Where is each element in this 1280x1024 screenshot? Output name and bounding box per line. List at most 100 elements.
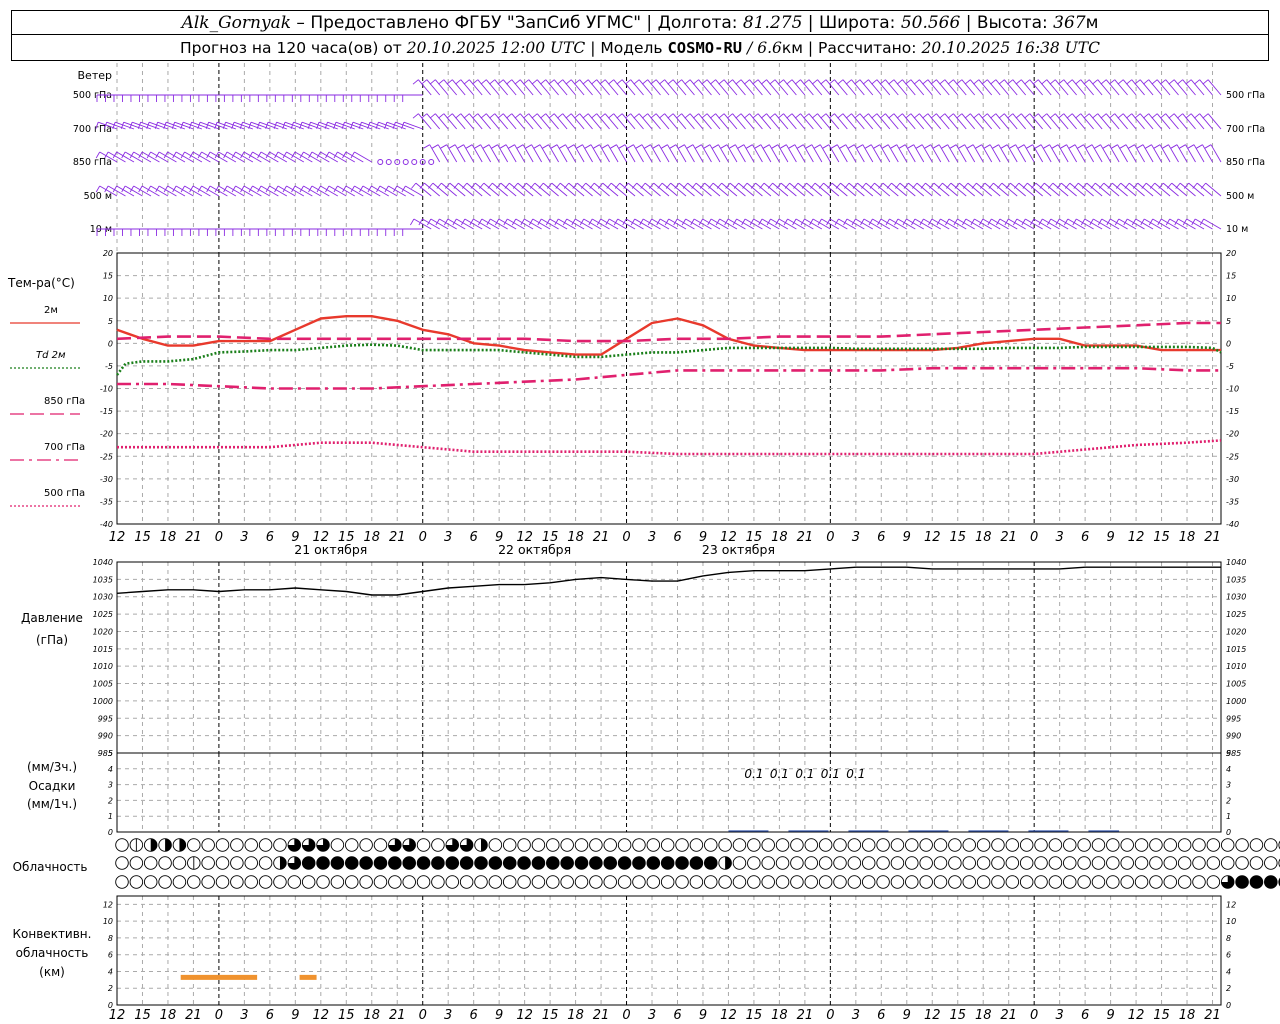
cloud-cover-middle-symbol — [1163, 856, 1178, 870]
y-tick-label-left: 4 — [108, 967, 113, 976]
y-tick-label-left: 1030 — [93, 593, 113, 602]
cloud-cover-low-symbol — [388, 875, 402, 889]
cloud-cover-low-symbol — [976, 875, 991, 889]
temp-series-500-гПа — [117, 439, 1222, 456]
x-tick-label: 6 — [673, 1008, 681, 1023]
y-tick-label-right: 990 — [1226, 732, 1241, 741]
cloud-cover-middle-symbol — [976, 856, 991, 870]
x-tick-label: 9 — [1106, 1008, 1114, 1023]
y-tick-label-right: 8 — [1226, 934, 1231, 943]
cloud-cover-middle-symbol — [660, 856, 675, 870]
y-tick-label-left: 15 — [103, 272, 113, 281]
cloud-cover-middle-symbol — [201, 856, 215, 870]
wind-level-label-left: 500 м — [84, 191, 112, 202]
cloud-cover-low-symbol — [804, 875, 819, 889]
cloud-cover-low-symbol — [301, 875, 316, 889]
x-tick-label: 21 — [185, 530, 202, 545]
cloud-cover-middle-symbol — [747, 856, 761, 870]
x-tick-label: 0 — [419, 1008, 427, 1023]
cloud-cover-middle-symbol — [258, 856, 273, 870]
x-tick-label: 9 — [1106, 530, 1114, 545]
cloud-cover-high-symbol — [301, 838, 316, 852]
cloud-cover-high-symbol — [287, 838, 302, 852]
cloud-cover-low-symbol — [1005, 875, 1020, 889]
cloud-cover-low-symbol — [933, 875, 948, 889]
x-tick-label: 0 — [215, 530, 223, 545]
x-tick-label: 0 — [419, 530, 427, 545]
cloud-cover-middle-symbol — [833, 856, 847, 870]
cloud-cover-high-symbol — [603, 838, 617, 852]
cloud-cover-low-symbol — [488, 875, 503, 889]
y-tick-label-right: 10 — [1226, 917, 1236, 926]
cloud-cover-low-symbol — [617, 875, 632, 889]
y-tick-label-left: -15 — [100, 407, 113, 416]
cloud-cover-middle-symbol — [172, 856, 187, 870]
x-tick-label: 18 — [975, 1008, 992, 1023]
cloud-cover-middle-symbol — [818, 856, 833, 870]
cloud-cover-middle-symbol — [1048, 856, 1063, 870]
cloud-cover-high-symbol — [560, 838, 574, 852]
y-tick-label-right: 0 — [1226, 339, 1231, 348]
x-tick-label: 18 — [975, 530, 992, 545]
temp-legend-label-2м: 2м — [44, 305, 58, 316]
cloud-cover-low-symbol — [143, 875, 158, 889]
wind-level-label-right: 500 м — [1226, 191, 1254, 202]
y-tick-label-left: -10 — [100, 385, 113, 394]
cloud-cover-middle-symbol — [991, 856, 1005, 870]
cloud-cover-middle-symbol — [905, 856, 919, 870]
y-tick-label-left: 5 — [108, 317, 113, 326]
cloud-cover-low-symbol — [201, 875, 215, 889]
precip-value-label: 0.1 — [795, 767, 814, 781]
precip-panel-title: Осадки — [29, 779, 76, 793]
cloud-cover-middle-symbol — [402, 856, 417, 870]
y-tick-label-right: 3 — [1226, 781, 1231, 790]
cloud-cover-low-symbol — [1249, 875, 1264, 889]
cloud-cover-high-symbol — [502, 838, 517, 852]
cloud-cover-high-symbol — [747, 838, 761, 852]
pressure-panel-title: Давление — [21, 611, 83, 625]
y-tick-label-right: -5 — [1226, 362, 1234, 371]
cloud-cover-middle-symbol — [445, 856, 460, 870]
cloud-cover-low-symbol — [1091, 875, 1106, 889]
x-tick-label: 3 — [852, 530, 860, 545]
precip-value-label: 0.1 — [770, 767, 789, 781]
y-tick-label-right: 6 — [1226, 951, 1231, 960]
cloud-cover-low-symbol — [531, 875, 546, 889]
cloud-cover-low-symbol — [818, 875, 833, 889]
cloud-cover-middle-symbol — [230, 856, 244, 870]
cloud-cover-middle-symbol — [215, 856, 230, 870]
cloud-cover-low-symbol — [861, 875, 876, 889]
y-tick-label-right: -40 — [1226, 520, 1239, 529]
x-tick-label: 6 — [470, 530, 478, 545]
cloud-cover-low-symbol — [287, 875, 302, 889]
cloud-cover-high-symbol — [861, 838, 876, 852]
cloud-cover-high-symbol — [704, 838, 718, 852]
cloud-cover-middle-symbol — [804, 856, 819, 870]
cloud-cover-low-symbol — [1206, 875, 1221, 889]
x-tick-label: 0 — [1030, 530, 1038, 545]
meteogram: Ветер 500 гПа 500 гПа 700 гПа 700 гПа 850 гПа… — [7, 63, 1280, 1023]
cloud-cover-low-symbol — [445, 875, 460, 889]
wind-barb-500gpa — [402, 94, 423, 102]
y-tick-label-left: 8 — [108, 934, 113, 943]
cloud-cover-low-symbol — [833, 875, 847, 889]
cloud-cover-high-symbol — [1134, 838, 1149, 852]
y-tick-label-right: 1005 — [1226, 680, 1246, 689]
cloud-cover-middle-symbol — [115, 856, 129, 870]
cloud-cover-high-symbol — [416, 838, 431, 852]
cloud-cover-high-symbol — [905, 838, 919, 852]
x-tick-label: 21 — [1000, 1008, 1017, 1023]
cloud-cover-middle-symbol — [388, 856, 402, 870]
convective-title-line1: Конвективн. — [13, 927, 92, 941]
y-tick-label-right: 0 — [1226, 828, 1231, 837]
x-tick-label: 21 — [185, 1008, 202, 1023]
x-tick-label: 9 — [903, 530, 911, 545]
x-tick-label: 15 — [134, 530, 151, 545]
x-tick-label: 18 — [363, 1008, 380, 1023]
cloud-cover-middle-symbol — [1120, 856, 1134, 870]
precip-value-label: 0.1 — [744, 767, 763, 781]
cloud-cover-low-symbol — [431, 875, 445, 889]
cloud-cover-high-symbol — [847, 838, 862, 852]
cloud-cover-low-symbol — [718, 875, 732, 889]
cloud-cover-low-symbol — [1235, 875, 1249, 889]
